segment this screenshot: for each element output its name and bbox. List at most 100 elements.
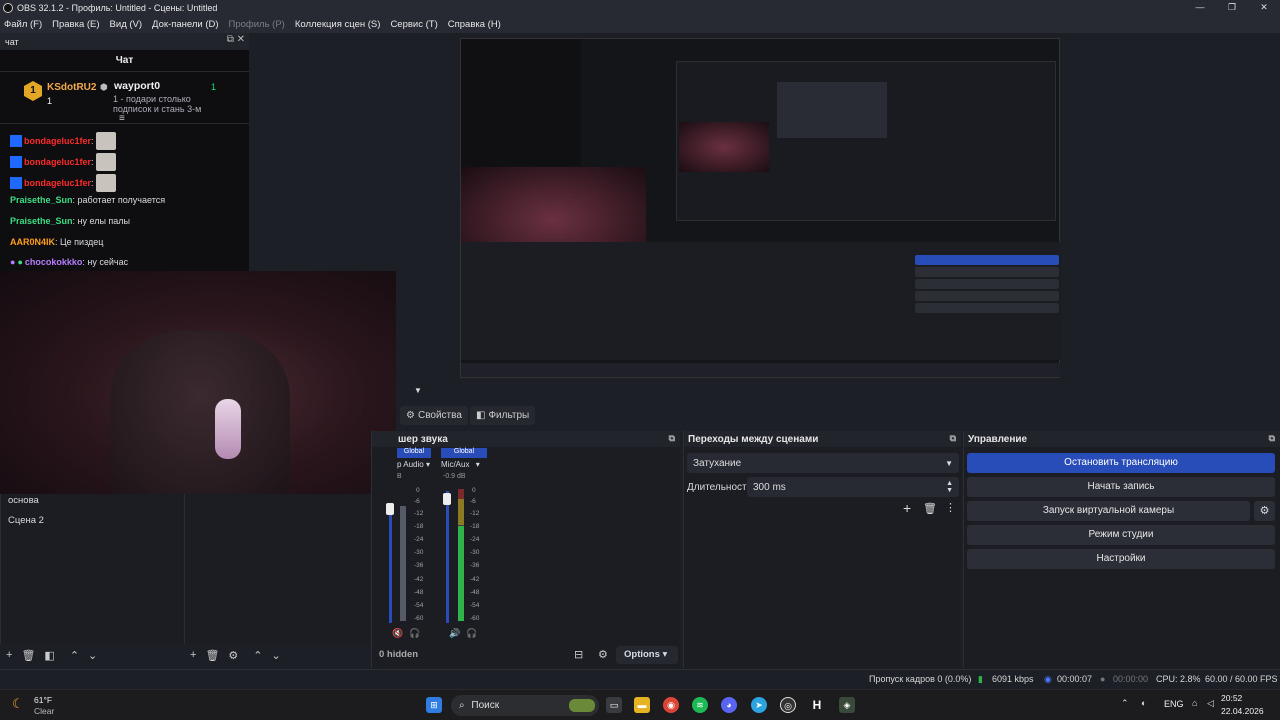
cat-emote-icon [95, 132, 116, 150]
nested-settings-button [915, 303, 1059, 313]
move-up-icon[interactable]: ⌃ [70, 649, 79, 662]
volume-slider-handle[interactable] [443, 493, 451, 505]
telegram-icon[interactable]: ➤ [751, 697, 767, 713]
app-misc-icon[interactable]: ◈ [839, 697, 855, 713]
sub-badge-icon: ● [17, 257, 23, 267]
volume-meter [458, 489, 464, 621]
remove-source-icon[interactable]: 🗑 [205, 649, 219, 662]
channel2-name[interactable]: Mic/Aux ▾ [441, 460, 480, 469]
chat-message: AAR0N4IK: Це пиздец [10, 237, 104, 247]
expand-icon[interactable]: ≡ [119, 113, 125, 124]
mic-badge-icon: ● [10, 257, 16, 267]
volume-slider-track[interactable] [446, 491, 449, 623]
weather-text[interactable]: Clear [34, 706, 54, 716]
remove-scene-icon[interactable]: 🗑 [21, 649, 35, 662]
obs-taskbar-icon[interactable]: ◎ [780, 697, 796, 713]
headphones-icon[interactable]: 🎧 [409, 628, 420, 639]
preview-nested-chat [461, 39, 581, 169]
scenes-toolbar: + 🗑 ◧ ⌃ ⌄ [6, 645, 106, 665]
preview-nested-taskbar [461, 363, 1061, 377]
record-icon: ● [1100, 674, 1106, 684]
file-explorer-icon[interactable]: ▬ [634, 697, 650, 713]
menu-profile[interactable]: Профиль (P) [229, 19, 285, 30]
volume-slider-track[interactable] [389, 503, 392, 623]
weather-moon-icon[interactable]: ☾ [12, 696, 24, 712]
volume-icon[interactable]: ◁ [1207, 698, 1214, 709]
preview-canvas[interactable] [460, 38, 1061, 378]
add-source-icon[interactable]: + [190, 649, 196, 661]
dock-arrow-icon[interactable]: ▼ [414, 386, 422, 395]
language-indicator[interactable]: ENG [1164, 699, 1184, 709]
menu-help[interactable]: Справка (H) [448, 19, 501, 30]
close-button[interactable]: ✕ [1248, 0, 1280, 15]
clock-time[interactable]: 20:52 [1221, 693, 1242, 703]
menu-docks[interactable]: Док-панели (D) [152, 19, 218, 30]
undock-icon[interactable]: ⧉ [950, 433, 956, 444]
menu-edit[interactable]: Правка (E) [52, 19, 99, 30]
chevron-down-icon: ▾ [662, 649, 668, 660]
properties-button[interactable]: ⚙ Свойства [400, 406, 468, 425]
source-down-icon[interactable]: ⌄ [272, 649, 281, 662]
stop-streaming-button[interactable]: Остановить трансляцию [967, 453, 1275, 473]
menu-tools[interactable]: Сервис (T) [390, 19, 437, 30]
start-recording-button[interactable]: Начать запись [967, 477, 1275, 497]
speaker-icon[interactable]: 🔊 [449, 628, 460, 639]
task-view-icon[interactable]: ▭ [606, 697, 622, 713]
chat-message: Praisethe_Sun: ну елы палы [10, 216, 131, 226]
mixer-header: шер звука ⧉ [372, 431, 680, 447]
maximize-button[interactable]: ❐ [1216, 0, 1248, 15]
duration-input[interactable]: 300 ms ▲ ▼ [747, 477, 959, 497]
more-options-icon[interactable]: ⋮ [945, 501, 956, 514]
taskbar-search[interactable]: ⌕ Поиск [451, 695, 599, 716]
headphones-icon[interactable]: 🎧 [466, 628, 477, 639]
record-time: 00:00:00 [1113, 674, 1149, 684]
hype-user1[interactable]: KSdotRU2 [47, 82, 96, 93]
transition-select[interactable]: Затухание ▼ [687, 453, 959, 473]
app-h-icon[interactable]: H [809, 697, 825, 713]
undock-icon[interactable]: ⧉ [227, 34, 234, 45]
tray-chevron-icon[interactable]: ⌃ [1121, 698, 1129, 709]
windows-start-icon[interactable]: ⊞ [426, 697, 442, 713]
tray-app-icon[interactable]: ◐ [1141, 698, 1146, 708]
undock-icon[interactable]: ⧉ [669, 433, 675, 444]
undock-icon[interactable]: ⧉ [1269, 433, 1275, 444]
chrome-icon[interactable]: ◉ [663, 697, 679, 713]
source-settings-icon[interactable]: ⚙ [228, 649, 238, 662]
scene-filter-icon[interactable]: ◧ [44, 649, 54, 662]
menu-view[interactable]: Вид (V) [110, 19, 143, 30]
start-virtual-camera-button[interactable]: Запуск виртуальной камеры [967, 501, 1250, 521]
chevron-down-icon: ▾ [425, 460, 430, 469]
move-down-icon[interactable]: ⌄ [88, 649, 97, 662]
virtual-camera-settings-icon[interactable]: ⚙ [1254, 501, 1275, 521]
menu-file[interactable]: Файл (F) [4, 19, 42, 30]
network-icon[interactable]: ⌂ [1192, 698, 1197, 708]
stepper-icon[interactable]: ▲ ▼ [946, 480, 953, 494]
settings-button[interactable]: Настройки [967, 549, 1275, 569]
discord-icon[interactable]: ◕ [721, 697, 737, 713]
layout-icon[interactable]: ⊟ [574, 648, 583, 661]
spotify-icon[interactable]: ≋ [692, 697, 708, 713]
filters-button[interactable]: ◧ Фильтры [470, 406, 536, 425]
source-up-icon[interactable]: ⌃ [253, 649, 262, 662]
muted-speaker-icon[interactable]: 🔇 [392, 628, 403, 639]
add-transition-icon[interactable]: + [903, 500, 911, 516]
chat-message: bondageluc1fer: [10, 132, 116, 150]
minimize-button[interactable]: — [1184, 0, 1216, 15]
hype-user2[interactable]: wayport0 [114, 80, 160, 92]
microphone-image [215, 399, 241, 459]
studio-mode-button[interactable]: Режим студии [967, 525, 1275, 545]
gear-icon: ⚙ [406, 410, 415, 421]
weather-temp[interactable]: 61°F [34, 695, 52, 705]
scene-item[interactable]: основа [8, 495, 39, 506]
mixer-settings-icon[interactable]: ⚙ [598, 648, 608, 661]
hype-count1: 1 [47, 96, 53, 106]
volume-slider-handle[interactable] [386, 503, 394, 515]
clock-date[interactable]: 22.04.2026 [1221, 706, 1264, 716]
options-button[interactable]: Options ▾ [616, 646, 678, 664]
channel1-name[interactable]: p Audio ▾ [397, 460, 430, 469]
scene-item[interactable]: Сцена 2 [8, 515, 44, 526]
remove-transition-icon[interactable]: 🗑 [923, 502, 937, 515]
menu-scene-collection[interactable]: Коллекция сцен (S) [295, 19, 381, 30]
add-scene-icon[interactable]: + [6, 649, 12, 661]
close-dock-icon[interactable]: ✕ [237, 34, 245, 45]
